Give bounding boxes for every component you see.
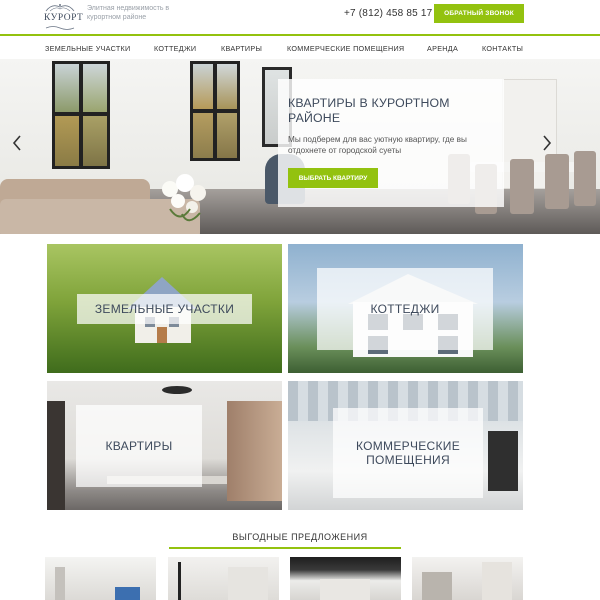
tile-commercial-chair — [488, 431, 518, 491]
offer-card[interactable] — [290, 557, 401, 600]
nav-item-commercial[interactable]: КОММЕРЧЕСКИЕ ПОМЕЩЕНИЯ — [287, 44, 404, 53]
callback-button[interactable]: ОБРАТНЫЙ ЗВОНОК — [434, 4, 524, 23]
offer-card-image — [55, 567, 65, 600]
hero-caption-panel: КВАРТИРЫ В КУРОРТНОМ РАЙОНЕ Мы подберем … — [278, 79, 504, 207]
hero-window — [190, 61, 240, 161]
tile-label: КОТТЕДЖИ — [317, 268, 493, 350]
site-tagline: Элитная недвижимость в курортном районе — [87, 5, 170, 21]
chevron-left-icon[interactable] — [12, 134, 22, 152]
offer-card[interactable] — [168, 557, 279, 600]
tile-apartments[interactable]: КВАРТИРЫ — [47, 381, 282, 510]
phone-number[interactable]: +7 (812) 458 85 17 — [344, 8, 432, 19]
ceiling-lamp-icon — [162, 386, 192, 394]
offer-card[interactable] — [45, 557, 156, 600]
offer-card[interactable] — [412, 557, 523, 600]
tile-label: КОММЕРЧЕСКИЕ ПОМЕЩЕНИЯ — [333, 408, 483, 498]
chevron-right-icon[interactable] — [542, 134, 552, 152]
nav-item-land[interactable]: ЗЕМЕЛЬНЫЕ УЧАСТКИ — [45, 44, 130, 53]
flowers-icon — [162, 174, 206, 222]
hero-slider: КВАРТИРЫ В КУРОРТНОМ РАЙОНЕ Мы подберем … — [0, 59, 600, 234]
main-nav: ЗЕМЕЛЬНЫЕ УЧАСТКИ КОТТЕДЖИ КВАРТИРЫ КОММ… — [0, 36, 600, 59]
offer-card-image — [178, 562, 181, 600]
hero-title: КВАРТИРЫ В КУРОРТНОМ РАЙОНЕ — [288, 96, 450, 125]
hero-chair — [545, 154, 569, 209]
logo-text: КУРОРТ — [44, 13, 84, 23]
hero-window — [52, 61, 110, 169]
logo[interactable]: КУРОРТ — [44, 3, 83, 33]
tile-label: ЗЕМЕЛЬНЫЕ УЧАСТКИ — [77, 294, 252, 324]
offer-card-image — [320, 579, 370, 600]
hero-chair — [574, 151, 596, 206]
nav-item-contacts[interactable]: КОНТАКТЫ — [482, 44, 523, 53]
offers-title: ВЫГОДНЫЕ ПРЕДЛОЖЕНИЯ — [232, 532, 368, 542]
hero-chair — [510, 159, 534, 214]
nav-item-rent[interactable]: АРЕНДА — [427, 44, 458, 53]
tile-label: КВАРТИРЫ — [76, 405, 202, 487]
tile-land[interactable]: ЗЕМЕЛЬНЫЕ УЧАСТКИ — [47, 244, 282, 373]
nav-item-apartments[interactable]: КВАРТИРЫ — [221, 44, 262, 53]
tile-apartments-doorframe — [47, 401, 65, 510]
offer-card-image — [115, 587, 140, 600]
tile-commercial[interactable]: КОММЕРЧЕСКИЕ ПОМЕЩЕНИЯ — [288, 381, 523, 510]
logo-underline-icon — [45, 26, 75, 30]
hero-description: Мы подберем для вас уютную квартиру, где… — [288, 135, 467, 155]
offers-underline — [169, 547, 401, 549]
offer-card-image — [422, 572, 452, 600]
tile-cottages[interactable]: КОТТЕДЖИ — [288, 244, 523, 373]
nav-item-cottages[interactable]: КОТТЕДЖИ — [154, 44, 196, 53]
choose-apartment-button[interactable]: ВЫБРАТЬ КВАРТИРУ — [288, 168, 378, 188]
site-header: КУРОРТ Элитная недвижимость в курортном … — [0, 0, 600, 35]
logo-ornament-icon — [45, 4, 75, 12]
tile-apartments-curtain — [227, 401, 282, 501]
offer-card-image — [482, 562, 512, 600]
offer-card-image — [228, 567, 268, 600]
